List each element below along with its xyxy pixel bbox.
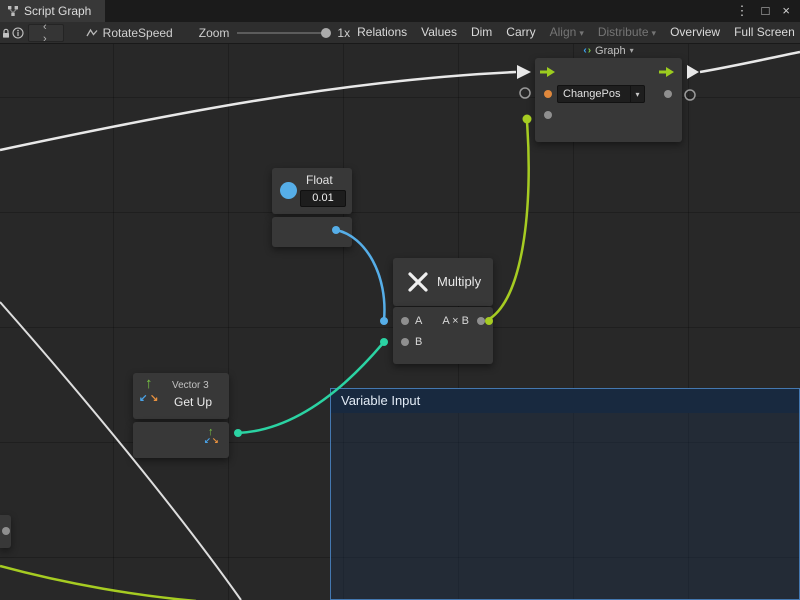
multiply-input-a-label: A — [415, 315, 422, 327]
distribute-label: Distribute — [598, 25, 649, 39]
flow-arrow-icon — [687, 65, 699, 79]
value-output-port[interactable] — [664, 90, 672, 98]
tab-script-graph[interactable]: Script Graph — [0, 0, 105, 22]
get-up-node-ports[interactable]: ↑ ↙ ↘ — [133, 422, 229, 458]
script-graph-icon — [7, 5, 19, 17]
multiply-input-b-port[interactable] — [401, 338, 409, 346]
graph-unit-icon: › — [588, 45, 591, 56]
group-title: Variable Input — [341, 393, 420, 408]
float-output-port[interactable] — [332, 226, 340, 234]
carry-button[interactable]: Carry — [499, 22, 542, 43]
get-up-node-type: Vector 3 — [172, 380, 209, 391]
zoom-slider-knob[interactable] — [321, 28, 331, 38]
zoom-slider[interactable] — [237, 32, 329, 34]
wire-end-dot — [380, 338, 388, 346]
vector3-diag-right-icon: ↘ — [150, 393, 158, 404]
relations-button[interactable]: Relations — [350, 22, 414, 43]
zoom-value: 1x — [337, 26, 350, 40]
zoom-label: Zoom — [199, 26, 230, 40]
values-button[interactable]: Values — [414, 22, 464, 43]
maximize-button[interactable]: □ — [762, 0, 770, 22]
info-button[interactable] — [12, 22, 24, 44]
lock-icon — [0, 27, 12, 39]
variable-dropdown-value: ChangePos — [558, 88, 630, 100]
graph-unit-icon: ‹ — [583, 45, 586, 56]
lock-button[interactable] — [0, 22, 12, 44]
multiply-node-title: Multiply — [437, 274, 481, 289]
unconnected-port-ring[interactable] — [685, 90, 695, 100]
get-up-node[interactable]: ↑ ↙ ↘ Vector 3 Get Up — [133, 373, 229, 419]
multiply-result-port[interactable] — [477, 317, 485, 325]
graph-toolbar: ‹ › RotateSpeed Zoom 1x Relations Values… — [0, 22, 800, 44]
vector3-diag-left-icon: ↙ — [204, 436, 211, 445]
unconnected-port-ring[interactable] — [520, 88, 530, 98]
vector3-output-port[interactable]: ↑ ↙ ↘ — [203, 428, 221, 448]
align-label: Align — [550, 25, 577, 39]
float-type-icon — [280, 182, 297, 199]
value-input-port[interactable] — [544, 111, 552, 119]
float-node[interactable]: Float 0.01 — [272, 168, 352, 214]
multiply-icon — [406, 270, 430, 294]
align-dropdown[interactable]: Align▾ — [543, 22, 591, 44]
chevron-down-icon: ▾ — [652, 28, 657, 38]
chevron-down-icon: ▾ — [579, 28, 584, 38]
flow-output-port[interactable] — [659, 66, 675, 78]
flow-wire-out-of-graph[interactable] — [700, 52, 800, 72]
tab-label: Script Graph — [24, 4, 91, 18]
offscreen-node-edge[interactable] — [0, 515, 11, 548]
group-variable-input[interactable]: Variable Input — [330, 388, 800, 600]
multiply-input-a-port[interactable] — [401, 317, 409, 325]
wire-end-dot — [380, 317, 388, 325]
tab-bar: Script Graph ⋮ □ × — [0, 0, 800, 22]
graph-name: RotateSpeed — [86, 26, 173, 40]
vector3-diag-right-icon: ↘ — [212, 436, 219, 445]
graph-asset-icon — [86, 27, 98, 39]
flow-wire-into-graph[interactable] — [0, 72, 516, 150]
float-node-ports[interactable] — [272, 217, 352, 247]
flow-arrow-icon — [517, 65, 531, 79]
close-button[interactable]: × — [782, 0, 790, 22]
multiply-node-ports[interactable]: A A × B B — [393, 307, 493, 364]
value-port[interactable] — [2, 527, 10, 535]
vector3-diag-left-icon: ↙ — [139, 393, 147, 404]
script-graph-window: Script Graph ⋮ □ × ‹ › — [0, 0, 800, 600]
zoom-control: Zoom 1x — [199, 26, 350, 40]
info-icon — [12, 27, 24, 39]
float-node-title: Float — [306, 173, 333, 187]
graph-canvas[interactable]: Variable Input ‹› Graph ▾ ChangePos ▾ — [0, 44, 800, 600]
get-up-node-title: Get Up — [174, 395, 212, 409]
toolbar-buttons: Relations Values Dim Carry Align▾ Distri… — [350, 22, 800, 44]
multiply-result-label: A × B — [442, 315, 469, 327]
flow-input-port[interactable] — [540, 66, 556, 78]
dim-button[interactable]: Dim — [464, 22, 499, 43]
wire-end-dot — [234, 429, 242, 437]
variable-dropdown[interactable]: ChangePos ▾ — [557, 85, 645, 103]
graph-unit-title[interactable]: ‹› Graph ▾ — [535, 44, 682, 57]
chevron-down-icon: ▾ — [630, 86, 644, 102]
multiply-input-b-label: B — [415, 336, 422, 348]
window-menu-button[interactable]: ⋮ — [736, 0, 749, 22]
graph-unit-title-label: Graph — [595, 45, 626, 57]
multiply-node[interactable]: Multiply — [393, 258, 493, 306]
graph-unit-node[interactable]: ChangePos ▾ — [535, 58, 682, 142]
overview-button[interactable]: Overview — [663, 22, 727, 43]
tab-bar-spacer — [105, 0, 735, 22]
fullscreen-button[interactable]: Full Screen — [727, 22, 800, 43]
distribute-dropdown[interactable]: Distribute▾ — [591, 22, 663, 44]
window-controls: ⋮ □ × — [736, 0, 800, 22]
edit-graph-button[interactable]: ‹ › — [28, 24, 64, 42]
value-wire-green-bottom[interactable] — [0, 566, 196, 600]
chevron-down-icon: ▾ — [630, 46, 634, 55]
graph-name-label: RotateSpeed — [103, 26, 173, 40]
float-value-field[interactable]: 0.01 — [300, 190, 346, 207]
group-header[interactable]: Variable Input — [331, 389, 799, 413]
vector3-up-arrow-icon: ↑ — [145, 375, 153, 392]
wire-end-dot — [523, 115, 532, 124]
value-input-port-orange[interactable] — [544, 90, 552, 98]
